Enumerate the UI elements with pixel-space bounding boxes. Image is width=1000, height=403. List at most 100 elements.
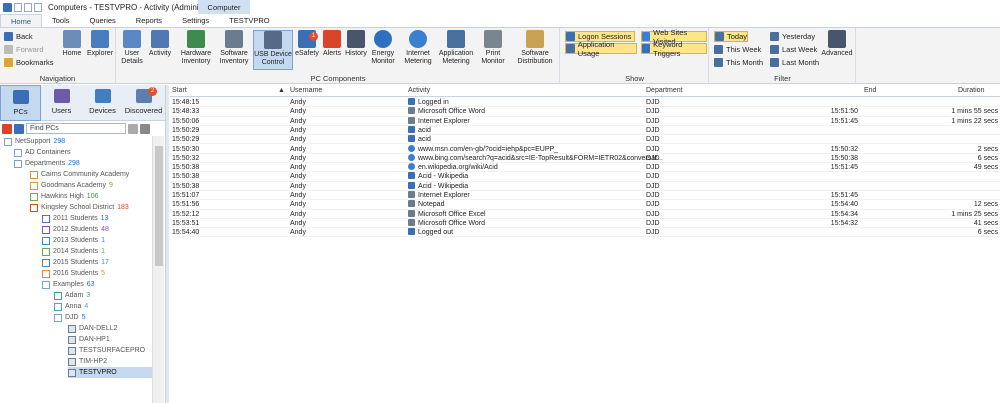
tree-scrollbar[interactable] [152, 136, 164, 403]
advanced-filter-button[interactable]: Advanced [820, 30, 854, 58]
options-icon[interactable] [140, 123, 150, 134]
filter-last-month[interactable]: Last Month [770, 57, 819, 68]
internet-metering-button[interactable]: Internet Metering [401, 30, 435, 66]
application-usage-toggle[interactable]: Application Usage [565, 40, 637, 58]
bookmarks-button[interactable]: Bookmarks [4, 57, 54, 68]
table-row[interactable]: 15:53:51 Andy Microsoft Office Word DJD 15:5… [170, 218, 1000, 229]
tree-node[interactable]: 2014 Students 1 [42, 246, 105, 257]
save-icon[interactable] [14, 2, 22, 12]
app-icon [408, 200, 415, 208]
tree-node[interactable]: 2016 Students 5 [42, 268, 105, 279]
hardware-inventory-button[interactable]: Hardware Inventory [177, 30, 215, 66]
app-icon [408, 191, 415, 198]
energy-monitor-button[interactable]: Energy Monitor [369, 30, 397, 66]
table-row[interactable]: 15:54:40 Andy Logged out DJD 6 secs [170, 228, 1000, 238]
tree-node[interactable]: Hawkins High 106 [30, 191, 98, 202]
filter-last-week[interactable]: Last Week [770, 44, 817, 55]
forward-button[interactable]: Forward [4, 44, 44, 55]
column-username[interactable]: Username [290, 87, 322, 94]
home-button[interactable]: Home [60, 30, 84, 58]
table-row[interactable]: 15:50:29 Andy acid DJD [170, 135, 1000, 145]
software-inventory-button[interactable]: Software Inventory [216, 30, 252, 66]
column-duration[interactable]: Duration [958, 87, 984, 94]
tree-node[interactable]: AD Containers [14, 147, 71, 158]
quick-access-icon[interactable] [24, 2, 32, 12]
tree-node[interactable]: DAN-DELL2 [68, 323, 118, 334]
table-row[interactable]: 15:50:38 Andy Acid - Wikipedia DJD [170, 172, 1000, 182]
column-department[interactable]: Department [646, 87, 683, 94]
print-monitor-button[interactable]: Print Monitor [477, 30, 509, 66]
tree-node[interactable]: Anna 4 [54, 301, 88, 312]
table-row[interactable]: 15:51:07 Andy Internet Explorer DJD 15:51:45 [170, 191, 1000, 201]
tree-node[interactable]: DAN-HP1 [68, 334, 110, 345]
table-row[interactable]: 15:52:12 Andy Microsoft Office Excel DJD 15:… [170, 209, 1000, 219]
tab-home[interactable]: Home [0, 14, 43, 27]
explorer-button[interactable]: Explorer [86, 30, 114, 58]
back-button[interactable]: Back [4, 31, 33, 42]
tree-node[interactable]: 2011 Students 13 [42, 213, 108, 224]
tree-node[interactable]: NetSupport 298 [4, 136, 65, 147]
table-row[interactable]: 15:50:38 Andy Acid - Wikipedia DJD [170, 181, 1000, 191]
filter-today[interactable]: Today [714, 31, 748, 42]
tree-node[interactable]: DJD 5 [54, 312, 86, 323]
activity-grid: Start ▲ Username Activity Department End… [170, 85, 1000, 403]
filter-this-month[interactable]: This Month [714, 57, 763, 68]
table-row[interactable]: 15:50:29 Andy acid DJD [170, 125, 1000, 136]
cell-duration: 6 secs [977, 154, 998, 162]
view-tab-users[interactable]: Users [41, 85, 82, 121]
column-start[interactable]: Start [172, 87, 187, 94]
user-details-button[interactable]: User Details [119, 30, 145, 66]
column-end[interactable]: End [864, 87, 876, 94]
filter-this-week[interactable]: This Week [714, 44, 761, 55]
view-tab-devices[interactable]: Devices [82, 85, 123, 121]
tree-node[interactable]: Goodmans Academy 9 [30, 180, 113, 191]
view-tab-discovered[interactable]: Discovered 2 [123, 85, 164, 121]
tree-node[interactable]: Kingsley School District 183 [30, 202, 129, 213]
find-pcs-input[interactable]: Find PCs [26, 123, 126, 134]
view-tab-pcs[interactable]: PCs [0, 85, 41, 121]
tree-node[interactable]: Adam 3 [54, 290, 90, 301]
pc-filter-icon[interactable] [2, 123, 12, 134]
history-button[interactable]: History [345, 30, 367, 58]
table-row[interactable]: 15:50:32 Andy www.bing.com/search?q=acid&s… [170, 153, 1000, 164]
table-row[interactable]: 15:48:33 Andy Microsoft Office Word DJD 15:5… [170, 107, 1000, 117]
table-row[interactable]: 15:50:38 Andy en.wikipedia.org/wiki/Acid DJ… [170, 163, 1000, 173]
scrollbar-thumb[interactable] [155, 146, 163, 266]
alerts-button[interactable]: Alerts [321, 30, 343, 58]
table-row[interactable]: 15:50:30 Andy www.msn.com/en-gb/?ocid=iehp… [170, 144, 1000, 154]
table-row[interactable]: 15:50:06 Andy Internet Explorer DJD 15:51:45… [170, 116, 1000, 126]
alerts-badge: 1 [309, 32, 318, 41]
usb-device-control-button[interactable]: USB Device Control [253, 30, 293, 70]
cell-department: DJD [646, 219, 660, 227]
cell-end: 15:51:45 [830, 192, 858, 199]
view-tab-devices-label: Devices [89, 106, 116, 115]
filter-yesterday[interactable]: Yesterday [770, 31, 815, 42]
tree-node[interactable]: 2015 Students 17 [42, 257, 109, 268]
tree-node-label: TIM-HP2 [79, 358, 107, 365]
tree-node[interactable]: Examples 63 [42, 279, 95, 290]
column-activity[interactable]: Activity [408, 87, 430, 94]
keyword-triggers-toggle[interactable]: Keyword Triggers [641, 40, 707, 58]
table-row[interactable]: 15:48:15 Andy Logged in DJD [170, 98, 1000, 108]
dropdown-icon[interactable] [34, 2, 42, 12]
view-icon[interactable] [14, 123, 24, 134]
splitter[interactable] [165, 85, 169, 403]
tab-settings[interactable]: Settings [172, 14, 219, 27]
tree-node[interactable]: TESTSURFACEPRO [68, 345, 145, 356]
software-distribution-button[interactable]: Software Distribution [513, 30, 557, 66]
tab-tools[interactable]: Tools [42, 14, 80, 27]
table-row[interactable]: 15:51:56 Andy Notepad DJD 15:54:40 12 secs [170, 200, 1000, 210]
tab-queries[interactable]: Queries [80, 14, 126, 27]
application-metering-button[interactable]: Application Metering [437, 30, 475, 66]
tree-node[interactable]: TESTVPRO [68, 367, 152, 378]
tree-node[interactable]: TIM-HP2 [68, 356, 107, 367]
tab-reports[interactable]: Reports [126, 14, 172, 27]
bookmark-icon [4, 58, 13, 67]
binoculars-icon[interactable] [128, 123, 138, 134]
tree-node[interactable]: 2012 Students 48 [42, 224, 109, 235]
tree-node[interactable]: Cairns Community Academy [30, 169, 129, 180]
activity-button[interactable]: Activity [147, 30, 173, 58]
tree-node[interactable]: Departments 298 [14, 158, 80, 169]
tab-testvpro[interactable]: TESTVPRO [219, 14, 279, 27]
tree-node[interactable]: 2013 Students 1 [42, 235, 105, 246]
